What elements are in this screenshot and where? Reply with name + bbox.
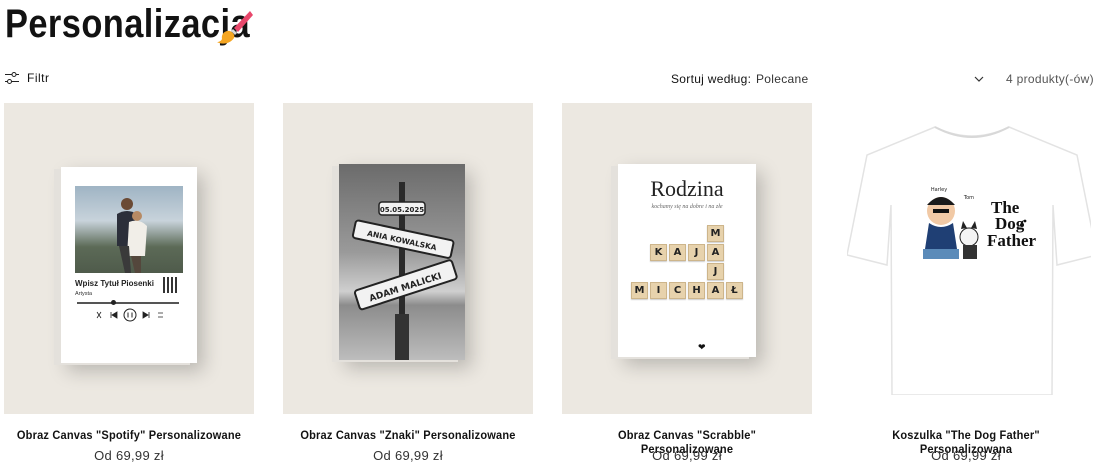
product-card[interactable]: Harley Tom The Dog Father Koszulka "The …: [841, 103, 1091, 470]
product-image[interactable]: 05.05.2025 ANIA KOWALSKA ADAM MALICKI: [283, 103, 533, 414]
product-card[interactable]: Wpisz Tytuł Piosenki Artysta Obraz Canva…: [4, 103, 254, 470]
street-sign-icon: 05.05.2025 ANIA KOWALSKA ADAM MALICKI: [351, 182, 458, 360]
product-image[interactable]: Wpisz Tytuł Piosenki Artysta: [4, 103, 254, 414]
progress-handle: [111, 300, 116, 305]
product-card[interactable]: 05.05.2025 ANIA KOWALSKA ADAM MALICKI Ob…: [283, 103, 533, 470]
svg-text:Father: Father: [987, 231, 1037, 250]
tshirt-icon: Harley Tom The Dog Father: [847, 126, 1091, 395]
sort-select[interactable]: Polecane: [750, 66, 990, 92]
product-image[interactable]: Harley Tom The Dog Father: [841, 103, 1091, 414]
product-price: Od 69,99 zł: [94, 448, 164, 463]
canvas-mockup: 05.05.2025 ANIA KOWALSKA ADAM MALICKI: [339, 164, 465, 360]
page-title: Personalizacja: [5, 2, 251, 46]
product-card[interactable]: Rodzina kochamy się na dobre i na złe K …: [562, 103, 812, 470]
paintbrush-icon: [217, 11, 253, 44]
svg-text:05.05.2025: 05.05.2025: [380, 206, 424, 214]
sort-value: Polecane: [756, 72, 809, 86]
filter-label: Filtr: [27, 71, 50, 85]
toolbar: Filtr Sortuj według: Polecane 4 produkty…: [0, 64, 1100, 94]
product-title[interactable]: Obraz Canvas "Znaki" Personalizowane: [293, 428, 523, 442]
canvas-mockup: Rodzina kochamy się na dobre i na złe K …: [618, 164, 756, 357]
couple-photo: [75, 186, 183, 273]
song-title: Wpisz Tytuł Piosenki: [75, 279, 154, 288]
product-price: Od 69,99 zł: [931, 448, 1001, 463]
svg-text:Harley: Harley: [931, 187, 947, 193]
product-count: 4 produkty(-ów): [1006, 72, 1094, 86]
canvas-mockup: Wpisz Tytuł Piosenki Artysta: [61, 167, 197, 363]
scrabble-heading: Rodzina: [650, 176, 724, 201]
product-price: Od 69,99 zł: [373, 448, 443, 463]
progress-bar: [77, 302, 179, 304]
chevron-down-icon: [974, 76, 984, 82]
scrabble-subheading: kochamy się na dobre i na złe: [651, 204, 723, 210]
svg-text:Tom: Tom: [963, 195, 974, 201]
filter-button[interactable]: Filtr: [5, 71, 50, 85]
heart-icon: ❤: [698, 342, 706, 352]
product-price: Od 69,99 zł: [652, 448, 722, 463]
product-title[interactable]: Obraz Canvas "Spotify" Personalizowane: [14, 428, 244, 442]
product-image[interactable]: Rodzina kochamy się na dobre i na złe K …: [562, 103, 812, 414]
player-controls-icon: [96, 308, 163, 322]
qr-code-icon: [163, 277, 179, 293]
artist-name: Artysta: [75, 291, 93, 297]
sliders-icon: [5, 72, 19, 84]
sort-label: Sortuj według:: [671, 72, 752, 86]
